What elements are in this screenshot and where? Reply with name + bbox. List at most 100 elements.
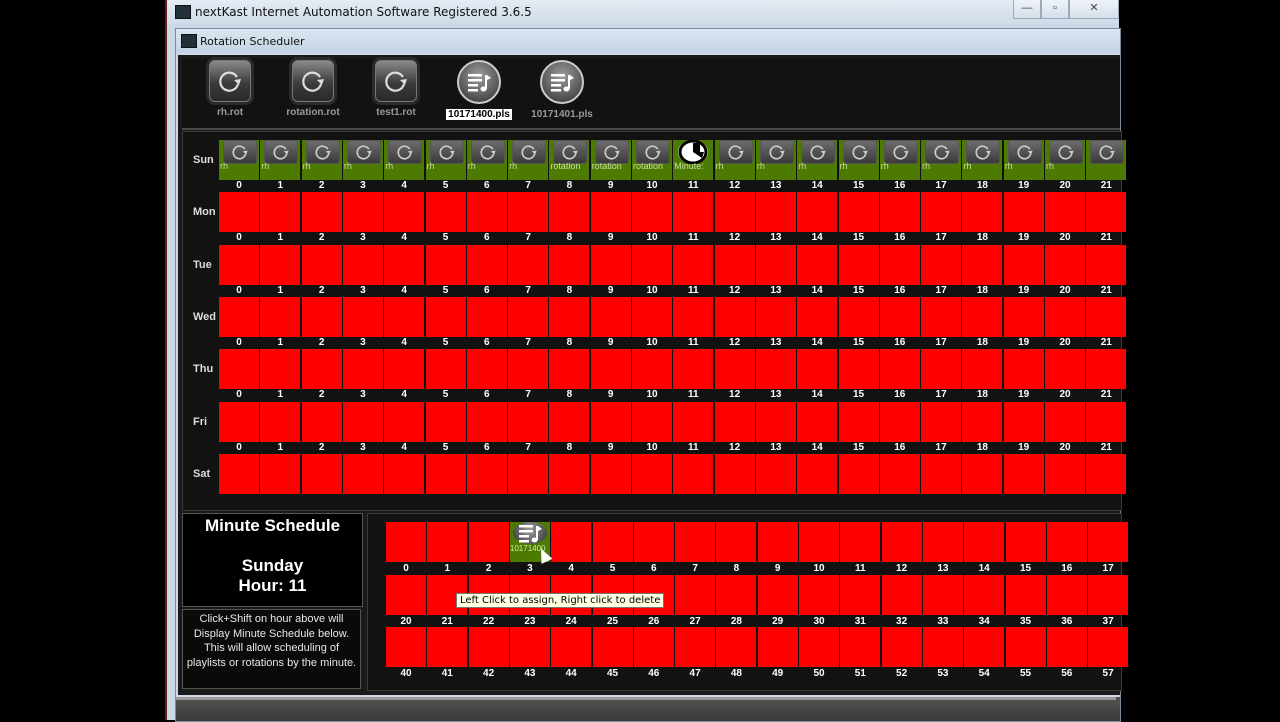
hour-cell[interactable] [549,349,590,390]
minute-cell[interactable] [757,574,798,615]
hour-cell[interactable]: rh [219,140,259,180]
minute-cell[interactable] [427,522,468,562]
hour-cell[interactable] [755,401,796,442]
hour-cell[interactable] [673,192,714,233]
hour-cell[interactable] [301,296,342,337]
hour-cell[interactable]: rh [838,140,879,180]
hour-cell[interactable] [962,244,1003,285]
hour-cell[interactable] [549,401,590,442]
minute-cell[interactable] [799,574,839,615]
minute-cell[interactable] [509,627,550,667]
hour-cell[interactable] [384,192,425,233]
minute-cell[interactable] [922,574,963,615]
hour-cell[interactable] [425,192,466,233]
hour-cell[interactable]: rh [921,140,962,180]
toolbar-item-rotation[interactable]: test1.rot [354,60,438,124]
minute-cell[interactable] [964,522,1005,562]
hour-cell[interactable]: rh [879,140,920,180]
minute-cell[interactable] [633,522,674,562]
hour-cell[interactable] [921,349,962,390]
hour-cell[interactable] [590,296,631,337]
minute-cell[interactable] [675,522,716,562]
hour-cell[interactable] [342,296,383,337]
hour-cell[interactable] [1003,453,1044,494]
minute-cell[interactable] [881,522,922,562]
hour-cell[interactable] [342,349,383,390]
hour-cell[interactable] [1086,192,1127,233]
minute-cell[interactable] [881,627,922,667]
hour-cell[interactable] [1086,296,1127,337]
minute-cell[interactable] [716,574,757,615]
hour-cell[interactable]: rh [342,140,383,180]
hour-cell[interactable]: rh [260,140,301,180]
minute-cell[interactable] [964,627,1005,667]
hour-cell[interactable] [797,296,838,337]
hour-cell[interactable] [384,401,425,442]
hour-cell[interactable] [714,296,755,337]
minute-cell[interactable] [551,522,592,562]
hour-cell[interactable] [714,192,755,233]
hour-cell[interactable] [508,296,549,337]
minute-cell[interactable] [1088,627,1129,667]
hour-cell[interactable] [219,296,259,337]
hour-cell[interactable] [755,349,796,390]
minute-cell[interactable] [922,627,963,667]
hour-cell[interactable] [301,192,342,233]
hour-cell[interactable] [425,401,466,442]
hour-cell[interactable] [838,296,879,337]
minute-cell[interactable] [386,522,426,562]
hour-cell[interactable] [714,453,755,494]
hour-cell[interactable] [1045,192,1085,233]
hour-cell[interactable] [673,296,714,337]
hour-cell[interactable]: rh [1003,140,1044,180]
hour-cell[interactable] [549,192,590,233]
hour-cell[interactable] [425,296,466,337]
hour-cell[interactable] [1003,349,1044,390]
hour-cell[interactable] [1045,244,1085,285]
hour-cell[interactable] [301,453,342,494]
hour-cell[interactable] [921,192,962,233]
hour-cell[interactable] [260,244,301,285]
hour-cell[interactable] [879,296,920,337]
minute-cell[interactable] [1046,574,1087,615]
hour-cell[interactable] [508,349,549,390]
hour-cell[interactable] [755,296,796,337]
hour-cell[interactable] [1003,244,1044,285]
minute-cell[interactable] [840,522,881,562]
hour-cell[interactable] [342,453,383,494]
hour-cell[interactable] [838,244,879,285]
hour-cell[interactable] [1086,453,1127,494]
minute-cell[interactable] [592,627,633,667]
hour-cell[interactable]: rh [1045,140,1085,180]
hour-cell[interactable] [632,192,672,233]
hour-cell[interactable] [466,192,507,233]
hour-cell[interactable] [590,453,631,494]
hour-cell[interactable]: rh [797,140,838,180]
minimize-button[interactable]: — [1013,0,1041,19]
hour-cell[interactable] [384,349,425,390]
hour-cell[interactable] [797,349,838,390]
hour-cell[interactable]: rh [962,140,1003,180]
close-button[interactable]: ✕ [1069,0,1119,19]
minute-cell[interactable] [922,522,963,562]
hour-cell[interactable] [1003,192,1044,233]
hour-cell[interactable] [260,453,301,494]
hour-cell[interactable] [673,453,714,494]
hour-cell[interactable] [384,244,425,285]
hour-cell[interactable] [1086,349,1127,390]
toolbar-item-rotation[interactable]: rh.rot [188,60,272,124]
hour-cell[interactable]: rotation [632,140,672,180]
hour-cell[interactable] [1003,296,1044,337]
hour-cell[interactable] [962,453,1003,494]
hour-cell[interactable] [342,244,383,285]
hour-cell[interactable] [755,192,796,233]
hour-cell[interactable] [219,401,259,442]
hour-cell[interactable] [342,401,383,442]
minute-cell[interactable] [716,627,757,667]
hour-cell[interactable] [632,244,672,285]
hour-cell[interactable] [673,401,714,442]
hour-cell[interactable]: rh [425,140,466,180]
hour-cell[interactable] [342,192,383,233]
minute-cell[interactable] [551,627,592,667]
hour-cell[interactable] [301,401,342,442]
